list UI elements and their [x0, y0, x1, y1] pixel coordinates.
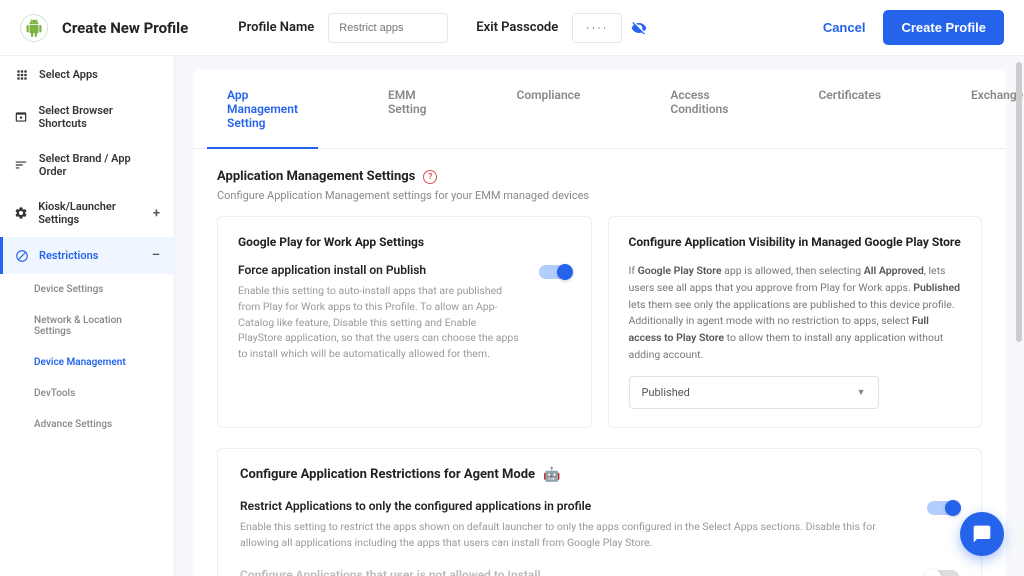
- chevron-down-icon: ▼: [857, 387, 866, 398]
- section-app-management: Application Management Settings ? Config…: [193, 149, 1006, 216]
- visibility-select[interactable]: Published ▼: [629, 376, 879, 409]
- sidebar-subitem-device-management[interactable]: Device Management: [0, 347, 174, 378]
- header: Create New Profile Profile Name Exit Pas…: [0, 0, 1024, 56]
- not-allowed-toggle[interactable]: [927, 570, 959, 576]
- sort-icon: [14, 158, 29, 173]
- browser-icon: [14, 110, 29, 125]
- exit-passcode-input[interactable]: [572, 13, 622, 43]
- card-title: Configure Application Visibility in Mana…: [629, 235, 962, 249]
- sidebar-item-brand-order[interactable]: Select Brand / App Order: [0, 141, 174, 189]
- header-actions: Cancel Create Profile: [823, 10, 1004, 45]
- tab-access-conditions[interactable]: Access Conditions: [660, 70, 738, 148]
- create-profile-button[interactable]: Create Profile: [883, 10, 1004, 45]
- force-install-label: Force application install on Publish: [238, 263, 523, 277]
- sidebar-item-restrictions[interactable]: Restrictions –: [0, 237, 174, 274]
- card-agent-restrictions: Configure Application Restrictions for A…: [217, 448, 982, 576]
- restrict-apps-desc: Enable this setting to restrict the apps…: [240, 519, 911, 551]
- scrollbar-thumb[interactable]: [1016, 62, 1022, 342]
- restrict-apps-toggle[interactable]: [927, 501, 959, 515]
- sidebar: Select Apps Select Browser Shortcuts Sel…: [0, 56, 175, 576]
- restrict-apps-label: Restrict Applications to only the config…: [240, 499, 911, 513]
- tab-exchange[interactable]: Exchange: [961, 70, 1024, 148]
- sidebar-subitem-devtools[interactable]: DevTools: [0, 378, 174, 409]
- main-content: App Management Setting EMM Setting Compl…: [175, 56, 1024, 576]
- tab-emm[interactable]: EMM Setting: [378, 70, 437, 148]
- sidebar-subitem-device-settings[interactable]: Device Settings: [0, 274, 174, 305]
- gear-icon: [14, 206, 28, 221]
- section-subtitle: Configure Application Management setting…: [217, 189, 982, 202]
- expand-icon[interactable]: +: [153, 206, 160, 221]
- card-play-settings: Google Play for Work App Settings Force …: [217, 216, 592, 428]
- collapse-icon[interactable]: –: [152, 248, 160, 263]
- sidebar-subitem-network[interactable]: Network & Location Settings: [0, 305, 174, 347]
- tab-compliance[interactable]: Compliance: [506, 70, 590, 148]
- robot-icon: 🤖: [543, 467, 560, 483]
- chat-fab[interactable]: [960, 512, 1004, 556]
- select-value: Published: [642, 386, 690, 399]
- section-title-text: Configure Application Restrictions for A…: [240, 467, 535, 482]
- page-title: Create New Profile: [62, 19, 188, 37]
- not-allowed-label: Configure Applications that user is not …: [240, 568, 911, 576]
- profile-name-input[interactable]: [328, 13, 448, 43]
- scrollbar[interactable]: [1016, 56, 1022, 576]
- sidebar-label: Select Browser Shortcuts: [39, 104, 160, 130]
- android-logo: [20, 14, 48, 42]
- tab-certificates[interactable]: Certificates: [808, 70, 891, 148]
- section-title-text: Application Management Settings: [217, 169, 415, 184]
- profile-name-label: Profile Name: [238, 20, 314, 35]
- tab-app-management[interactable]: App Management Setting: [217, 70, 308, 148]
- sidebar-item-browser-shortcuts[interactable]: Select Browser Shortcuts: [0, 93, 174, 141]
- force-install-toggle[interactable]: [539, 265, 571, 279]
- sidebar-label: Select Apps: [39, 68, 98, 81]
- force-install-desc: Enable this setting to auto-install apps…: [238, 283, 523, 362]
- block-icon: [14, 248, 29, 263]
- card-title: Google Play for Work App Settings: [238, 235, 571, 249]
- exit-passcode-label: Exit Passcode: [476, 20, 558, 35]
- tabs: App Management Setting EMM Setting Compl…: [193, 70, 1006, 149]
- visibility-desc: If Google Play Store app is allowed, the…: [629, 263, 962, 364]
- cancel-button[interactable]: Cancel: [823, 20, 866, 35]
- card-visibility: Configure Application Visibility in Mana…: [608, 216, 983, 428]
- sidebar-label: Kiosk/Launcher Settings: [38, 200, 153, 226]
- eye-off-icon[interactable]: [630, 19, 648, 37]
- sidebar-item-kiosk-settings[interactable]: Kiosk/Launcher Settings +: [0, 189, 174, 237]
- apps-icon: [14, 67, 29, 82]
- sidebar-label: Select Brand / App Order: [39, 152, 160, 178]
- sidebar-item-select-apps[interactable]: Select Apps: [0, 56, 174, 93]
- sidebar-subitem-advance[interactable]: Advance Settings: [0, 409, 174, 440]
- exit-passcode-field: Exit Passcode: [476, 13, 648, 43]
- sidebar-label: Restrictions: [39, 249, 98, 262]
- profile-name-field: Profile Name: [238, 13, 448, 43]
- help-icon[interactable]: ?: [423, 170, 437, 184]
